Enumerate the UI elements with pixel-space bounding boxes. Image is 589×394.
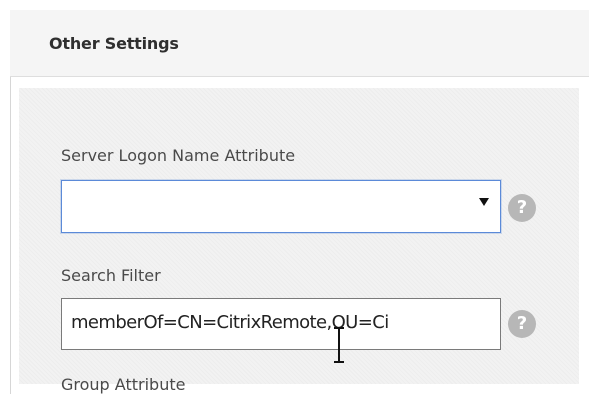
help-icon[interactable]: ?: [508, 194, 536, 222]
search-filter-label: Search Filter: [61, 266, 161, 285]
section-title: Other Settings: [49, 34, 179, 53]
server-logon-name-attribute-select[interactable]: [61, 180, 501, 233]
text-cursor-icon: [334, 327, 344, 363]
dropdown-arrow-icon[interactable]: [479, 198, 489, 206]
search-filter-input[interactable]: memberOf=CN=CitrixRemote,OU=Ci: [61, 298, 501, 350]
section-header: Other Settings: [10, 10, 589, 77]
group-attribute-label: Group Attribute: [61, 375, 186, 394]
search-filter-help-icon[interactable]: ?: [508, 310, 536, 338]
server-logon-name-attribute-label: Server Logon Name Attribute: [61, 146, 296, 165]
